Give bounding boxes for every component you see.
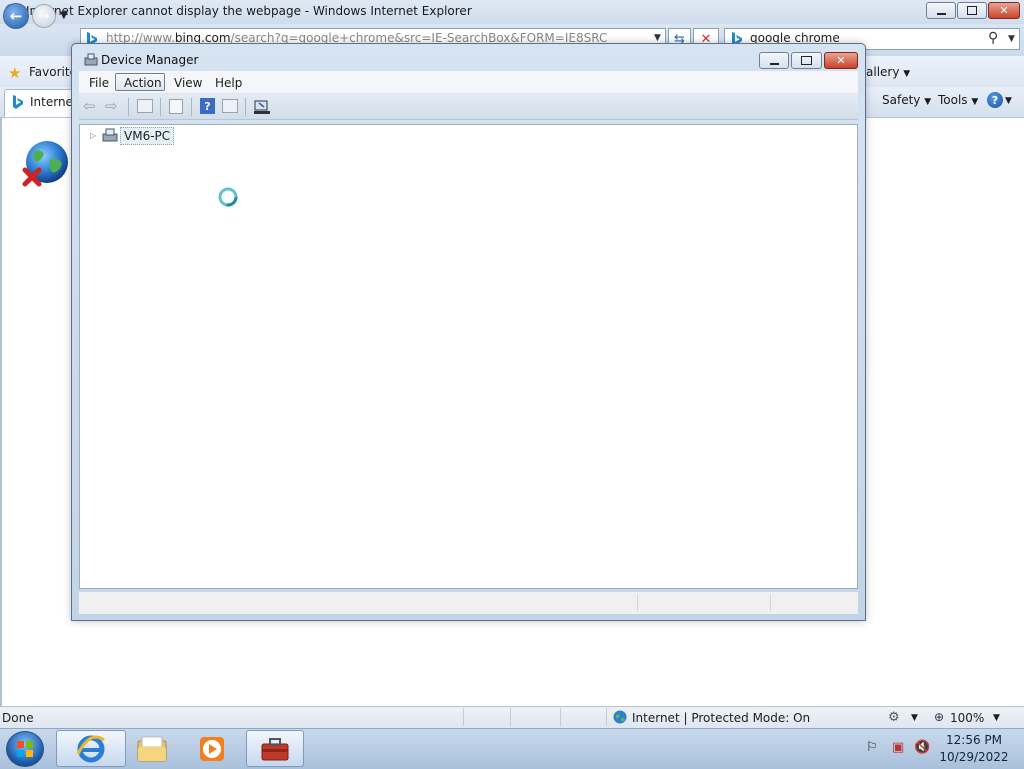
menu-view[interactable]: View xyxy=(174,76,202,90)
search-icon[interactable]: ⚲ xyxy=(988,30,998,46)
status-divider xyxy=(606,708,607,726)
addons-dropdown[interactable]: ▼ xyxy=(911,713,918,723)
toolbar-separator xyxy=(160,98,161,116)
clock-time[interactable]: 12:56 PM xyxy=(938,733,1010,747)
taskbar-device-manager-button[interactable] xyxy=(246,730,304,767)
ie-logo-icon xyxy=(76,735,105,762)
forward-button[interactable]: → xyxy=(32,4,56,28)
scan-hardware-icon[interactable] xyxy=(253,98,271,115)
back-arrow-icon: ← xyxy=(9,7,23,25)
status-divider xyxy=(770,594,771,611)
device-tree-pane xyxy=(79,124,858,589)
computer-icon xyxy=(102,128,118,142)
ie-restore-button[interactable] xyxy=(957,2,987,19)
status-text: Done xyxy=(2,711,34,725)
addons-icon[interactable]: ⚙ xyxy=(888,710,900,725)
search-provider-dropdown[interactable]: ▼ xyxy=(1008,34,1015,44)
zoom-icon[interactable]: ⊕ xyxy=(934,710,944,724)
bing-icon xyxy=(13,95,23,109)
toolbar-separator xyxy=(245,98,246,116)
clock-date[interactable]: 10/29/2022 xyxy=(938,750,1010,764)
toolbar-forward-button[interactable]: ⇨ xyxy=(105,99,118,114)
internet-zone-globe-icon xyxy=(613,710,627,724)
toolbar-action-pane-button[interactable] xyxy=(222,99,238,113)
ie-close-button[interactable]: ✕ xyxy=(988,2,1020,19)
zoom-dropdown[interactable]: ▼ xyxy=(993,713,1000,723)
dm-status-bar xyxy=(79,591,858,614)
help-dropdown[interactable]: ▼ xyxy=(1005,96,1012,106)
safety-menu[interactable]: Safety ▼ xyxy=(882,93,931,107)
favorites-star-icon[interactable]: ★ xyxy=(8,64,21,82)
tree-expand-arrow[interactable]: ▷ xyxy=(90,131,96,140)
favorites-button[interactable]: Favorite xyxy=(29,65,77,79)
computer-icon xyxy=(84,53,98,66)
dm-maximize-button[interactable] xyxy=(791,52,822,69)
menu-action[interactable]: Action xyxy=(124,76,162,90)
toolbar-separator xyxy=(128,98,129,116)
start-orb-icon[interactable] xyxy=(6,731,44,767)
dm-window-title: Device Manager xyxy=(101,53,199,67)
taskbar-ie-button[interactable] xyxy=(56,730,126,767)
toolbar-separator xyxy=(191,98,192,116)
web-slice-gallery-link[interactable]: allery ▼ xyxy=(866,65,910,79)
tree-node-computer[interactable]: VM6-PC xyxy=(120,127,175,145)
media-player-icon xyxy=(200,736,224,761)
toolbar-back-button[interactable]: ⇦ xyxy=(83,99,96,114)
volume-muted-icon[interactable]: 🔇 xyxy=(914,740,930,755)
globe-error-icon xyxy=(22,141,68,187)
ie-status-bar xyxy=(0,706,1024,729)
taskbar-explorer-button[interactable] xyxy=(130,730,174,767)
back-button[interactable]: ← xyxy=(3,3,29,29)
security-zone[interactable]: Internet | Protected Mode: On xyxy=(632,711,810,725)
network-error-icon[interactable]: ▣ xyxy=(892,740,904,755)
flag-icon[interactable]: ⚐ xyxy=(866,740,878,755)
toolbox-icon xyxy=(261,737,289,760)
ie-minimize-button[interactable] xyxy=(926,2,956,19)
tools-menu[interactable]: Tools ▼ xyxy=(938,93,978,107)
zoom-level[interactable]: 100% xyxy=(950,711,984,725)
status-divider xyxy=(510,708,511,726)
recent-pages-dropdown[interactable]: ▼ xyxy=(60,10,68,21)
toolbar-show-hide-tree-button[interactable] xyxy=(137,99,153,113)
status-divider xyxy=(560,708,561,726)
address-dropdown[interactable]: ▼ xyxy=(654,33,661,43)
menu-file[interactable]: File xyxy=(89,76,109,90)
help-icon[interactable]: ? xyxy=(987,92,1003,108)
folder-icon xyxy=(137,736,167,761)
menu-help[interactable]: Help xyxy=(215,76,242,90)
dm-minimize-button[interactable] xyxy=(759,52,789,69)
busy-cursor-icon xyxy=(218,187,238,207)
toolbar-properties-button[interactable] xyxy=(169,99,183,114)
toolbar-help-icon[interactable]: ? xyxy=(200,98,215,114)
dm-close-button[interactable]: ✕ xyxy=(824,52,858,69)
status-divider xyxy=(463,708,464,726)
status-divider xyxy=(637,594,638,611)
window-title: Internet Explorer cannot display the web… xyxy=(26,4,472,18)
dm-toolbar xyxy=(79,94,858,120)
forward-arrow-icon: → xyxy=(38,8,50,24)
taskbar-media-player-button[interactable] xyxy=(190,730,234,767)
